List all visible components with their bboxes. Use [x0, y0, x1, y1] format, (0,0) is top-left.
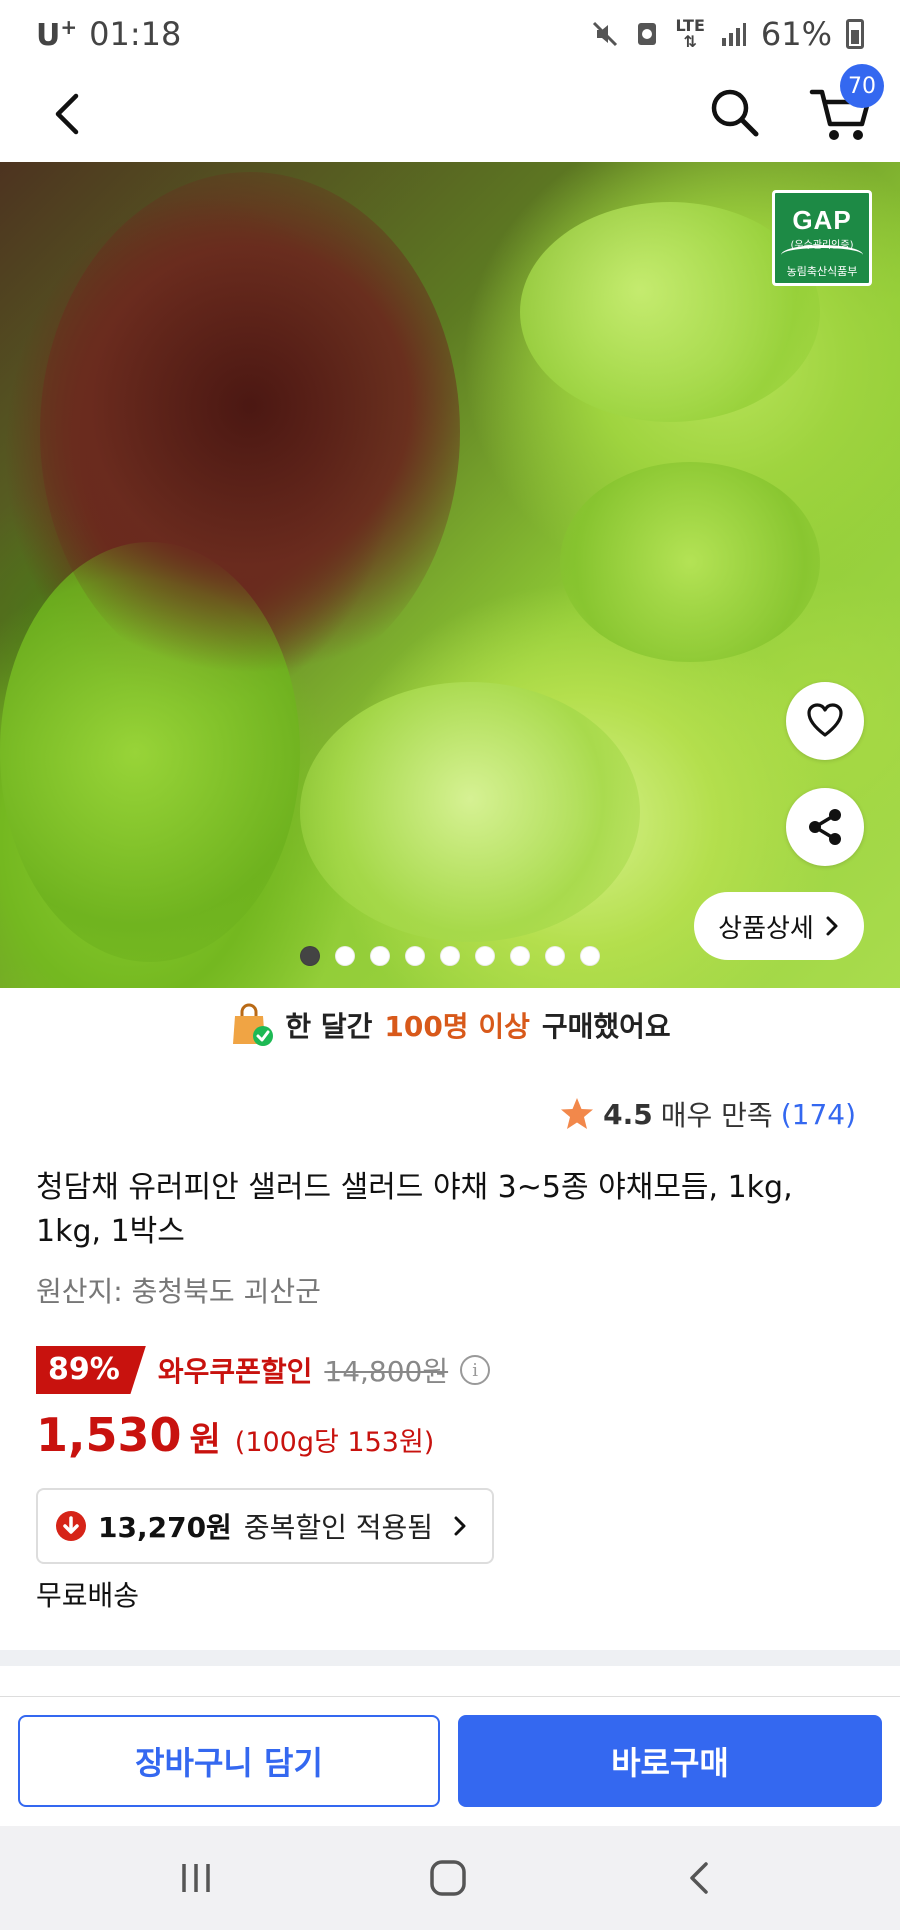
carousel-dot[interactable] — [405, 946, 425, 966]
rating-summary[interactable]: 4.5 매우 만족 (174) — [559, 1094, 856, 1134]
search-icon[interactable] — [704, 82, 764, 142]
shopping-bag-icon — [233, 1003, 274, 1046]
carousel-dot[interactable] — [300, 946, 320, 966]
rating-score: 4.5 — [603, 1097, 653, 1131]
gap-title: GAP — [792, 205, 852, 235]
lte-indicator: LTE ⇅ — [675, 16, 705, 51]
currency-unit: 원 — [189, 1420, 221, 1460]
star-icon — [561, 1098, 594, 1129]
extra-discount-label: 중복할인 적용됨 — [243, 1511, 434, 1544]
status-right: LTE ⇅ 61% — [591, 15, 864, 53]
lettuce-leaf — [560, 462, 820, 662]
system-nav-bar — [0, 1826, 900, 1930]
origin-label: 원산지: 충청북도 괴산군 — [36, 1275, 321, 1308]
heart-icon — [807, 703, 843, 737]
carousel-indicator — [0, 946, 900, 970]
carousel-dot[interactable] — [475, 946, 495, 966]
carousel-dot[interactable] — [440, 946, 460, 966]
signal-icon — [721, 23, 746, 46]
favorite-button[interactable] — [786, 682, 864, 760]
unit-price: (100g당 153원) — [234, 1427, 435, 1458]
network-label: LTE — [675, 16, 705, 35]
extra-discount-amount: 13,270원 — [98, 1511, 232, 1544]
coupon-label: 와우쿠폰할인 — [157, 1355, 313, 1388]
lettuce-leaf — [300, 682, 640, 942]
chevron-right-icon — [826, 916, 838, 936]
review-count[interactable]: (174) — [781, 1098, 856, 1131]
carousel-dot[interactable] — [580, 946, 600, 966]
carrier-label: U+ — [36, 15, 77, 53]
carousel-dot[interactable] — [335, 946, 355, 966]
gap-org: 농림축산식품부 — [786, 265, 858, 278]
recent-apps-icon[interactable] — [176, 1858, 216, 1898]
share-icon — [809, 809, 841, 845]
original-price: 14,800원 — [324, 1355, 449, 1388]
clock: 01:18 — [89, 15, 182, 53]
chevron-right-icon — [454, 1516, 466, 1536]
banner-prefix: 한 달간 — [285, 1010, 373, 1043]
home-icon[interactable] — [428, 1858, 468, 1898]
section-spacer — [0, 1666, 900, 1696]
rating-label: 매우 만족 — [660, 1099, 773, 1132]
banner-highlight: 100명 이상 — [384, 1010, 530, 1043]
status-left: U+ 01:18 — [36, 15, 181, 53]
system-back-icon[interactable] — [680, 1858, 720, 1898]
extra-discount-button[interactable]: 13,270원 중복할인 적용됨 — [36, 1488, 494, 1564]
mute-icon — [593, 21, 618, 47]
carousel-dot[interactable] — [370, 946, 390, 966]
battery-icon — [846, 19, 864, 49]
gap-curve — [781, 245, 863, 265]
carrier-sup: + — [60, 15, 78, 39]
sale-price: 1,530 — [36, 1408, 182, 1462]
add-to-cart-button[interactable]: 장바구니 담기 — [18, 1715, 440, 1807]
back-arrow-icon[interactable] — [42, 86, 98, 142]
red-lettuce — [40, 172, 460, 692]
product-detail-label: 상품상세 — [718, 913, 814, 944]
product-title: 청담채 유러피안 샐러드 샐러드 야채 3~5종 야채모듬, 1kg, 1kg,… — [36, 1170, 793, 1249]
carrier-name: U — [36, 18, 61, 53]
status-bar: U+ 01:18 LTE ⇅ 61% — [0, 0, 900, 68]
gap-certification-logo: GAP (우수관리인증) 농림축산식품부 — [772, 190, 872, 286]
purchase-count-banner: 한 달간 100명 이상 구매했어요 — [0, 988, 900, 1062]
battery-percent: 61% — [760, 15, 832, 53]
info-icon[interactable]: i — [460, 1355, 491, 1385]
buy-now-button[interactable]: 바로구매 — [458, 1715, 882, 1807]
discount-rate-badge: 89% — [36, 1346, 146, 1394]
product-image[interactable]: GAP (우수관리인증) 농림축산식품부 상품상세 — [0, 162, 900, 988]
shipping-label: 무료배송 — [36, 1579, 140, 1612]
sale-price-row: 1,530 원 (100g당 153원) — [36, 1408, 434, 1468]
arrow-down-icon — [56, 1511, 86, 1541]
banner-suffix: 구매했어요 — [541, 1010, 671, 1043]
data-saver-icon — [638, 23, 657, 45]
section-divider — [0, 1650, 900, 1666]
cart-count-badge: 70 — [840, 64, 884, 108]
carousel-dot[interactable] — [545, 946, 565, 966]
bottom-action-bar: 장바구니 담기 바로구매 — [0, 1696, 900, 1826]
share-button[interactable] — [786, 788, 864, 866]
carousel-dot[interactable] — [510, 946, 530, 966]
discount-row: 89% 와우쿠폰할인 14,800원 i — [36, 1346, 491, 1394]
top-nav — [0, 68, 900, 162]
